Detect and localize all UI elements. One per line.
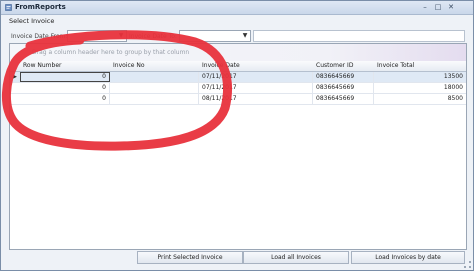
- column-header-invoice-date[interactable]: Invoice Date: [199, 61, 314, 72]
- cell-row-number[interactable]: 0: [20, 72, 110, 82]
- close-button[interactable]: ✕: [445, 2, 457, 12]
- column-header-row-number[interactable]: Row Number: [20, 61, 111, 72]
- title-bar[interactable]: FromReports – □ ✕: [1, 1, 473, 15]
- cell-invoice-no[interactable]: [110, 72, 199, 82]
- column-header-label: Row Number: [23, 62, 62, 69]
- app-icon: [5, 4, 12, 11]
- load-all-invoices-button[interactable]: Load all Invoices: [243, 251, 349, 264]
- minimize-button[interactable]: –: [419, 2, 431, 12]
- date-from-picker[interactable]: ▼: [67, 30, 127, 42]
- cell-customer-id[interactable]: 0836645669: [313, 83, 374, 93]
- section-label: Select Invoice: [9, 17, 55, 25]
- load-invoices-by-date-button[interactable]: Load Invoices by date: [351, 251, 465, 264]
- table-row[interactable]: 0 07/11/2017 0836645669 18000: [10, 83, 466, 94]
- column-header-invoice-total[interactable]: Invoice Total: [374, 61, 466, 72]
- cell-invoice-date[interactable]: 08/11/2017: [199, 94, 313, 104]
- invoice-grid[interactable]: Drag a column header here to group by th…: [9, 43, 467, 250]
- column-header-label: Customer ID: [316, 62, 354, 69]
- cell-invoice-date[interactable]: 07/11/2017: [199, 72, 313, 82]
- filter-textbox[interactable]: [253, 30, 465, 42]
- date-to-label: Invoice Date To:: [129, 33, 177, 40]
- cell-invoice-no[interactable]: [110, 94, 199, 104]
- date-to-picker[interactable]: ▼: [179, 30, 251, 42]
- table-row[interactable]: ▶ 0 07/11/2017 0836645669 13500: [10, 72, 466, 83]
- column-header-label: Invoice No: [113, 62, 145, 69]
- current-row-arrow-icon: ▶: [13, 74, 17, 80]
- chevron-down-icon[interactable]: ▼: [241, 31, 249, 41]
- cell-invoice-total[interactable]: 8500: [374, 94, 466, 104]
- cell-row-number[interactable]: 0: [20, 94, 110, 104]
- group-panel[interactable]: Drag a column header here to group by th…: [10, 44, 466, 61]
- table-row[interactable]: 0 08/11/2017 0836645669 8500: [10, 94, 466, 105]
- column-header-invoice-no[interactable]: Invoice No: [110, 61, 200, 72]
- reports-window: FromReports – □ ✕ Select Invoice Invoice…: [0, 0, 474, 271]
- cell-row-number[interactable]: 0: [20, 83, 110, 93]
- print-selected-invoice-button[interactable]: Print Selected Invoice: [137, 251, 243, 264]
- cell-invoice-total[interactable]: 13500: [374, 72, 466, 82]
- cell-invoice-no[interactable]: [110, 83, 199, 93]
- group-hint: Drag a column header here to group by th…: [32, 49, 190, 56]
- column-header-label: Invoice Total: [377, 62, 415, 69]
- date-from-label: Invoice Date From:: [11, 33, 68, 40]
- maximize-button[interactable]: □: [432, 2, 444, 12]
- column-header-label: Invoice Date: [202, 62, 240, 69]
- cell-invoice-total[interactable]: 18000: [374, 83, 466, 93]
- resize-grip-icon[interactable]: [464, 261, 471, 268]
- chevron-down-icon[interactable]: ▼: [117, 31, 125, 41]
- cell-invoice-date[interactable]: 07/11/2017: [199, 83, 313, 93]
- cell-customer-id[interactable]: 0836645669: [313, 72, 374, 82]
- column-header-customer-id[interactable]: Customer ID: [313, 61, 375, 72]
- cell-customer-id[interactable]: 0836645669: [313, 94, 374, 104]
- window-title: FromReports: [15, 3, 66, 11]
